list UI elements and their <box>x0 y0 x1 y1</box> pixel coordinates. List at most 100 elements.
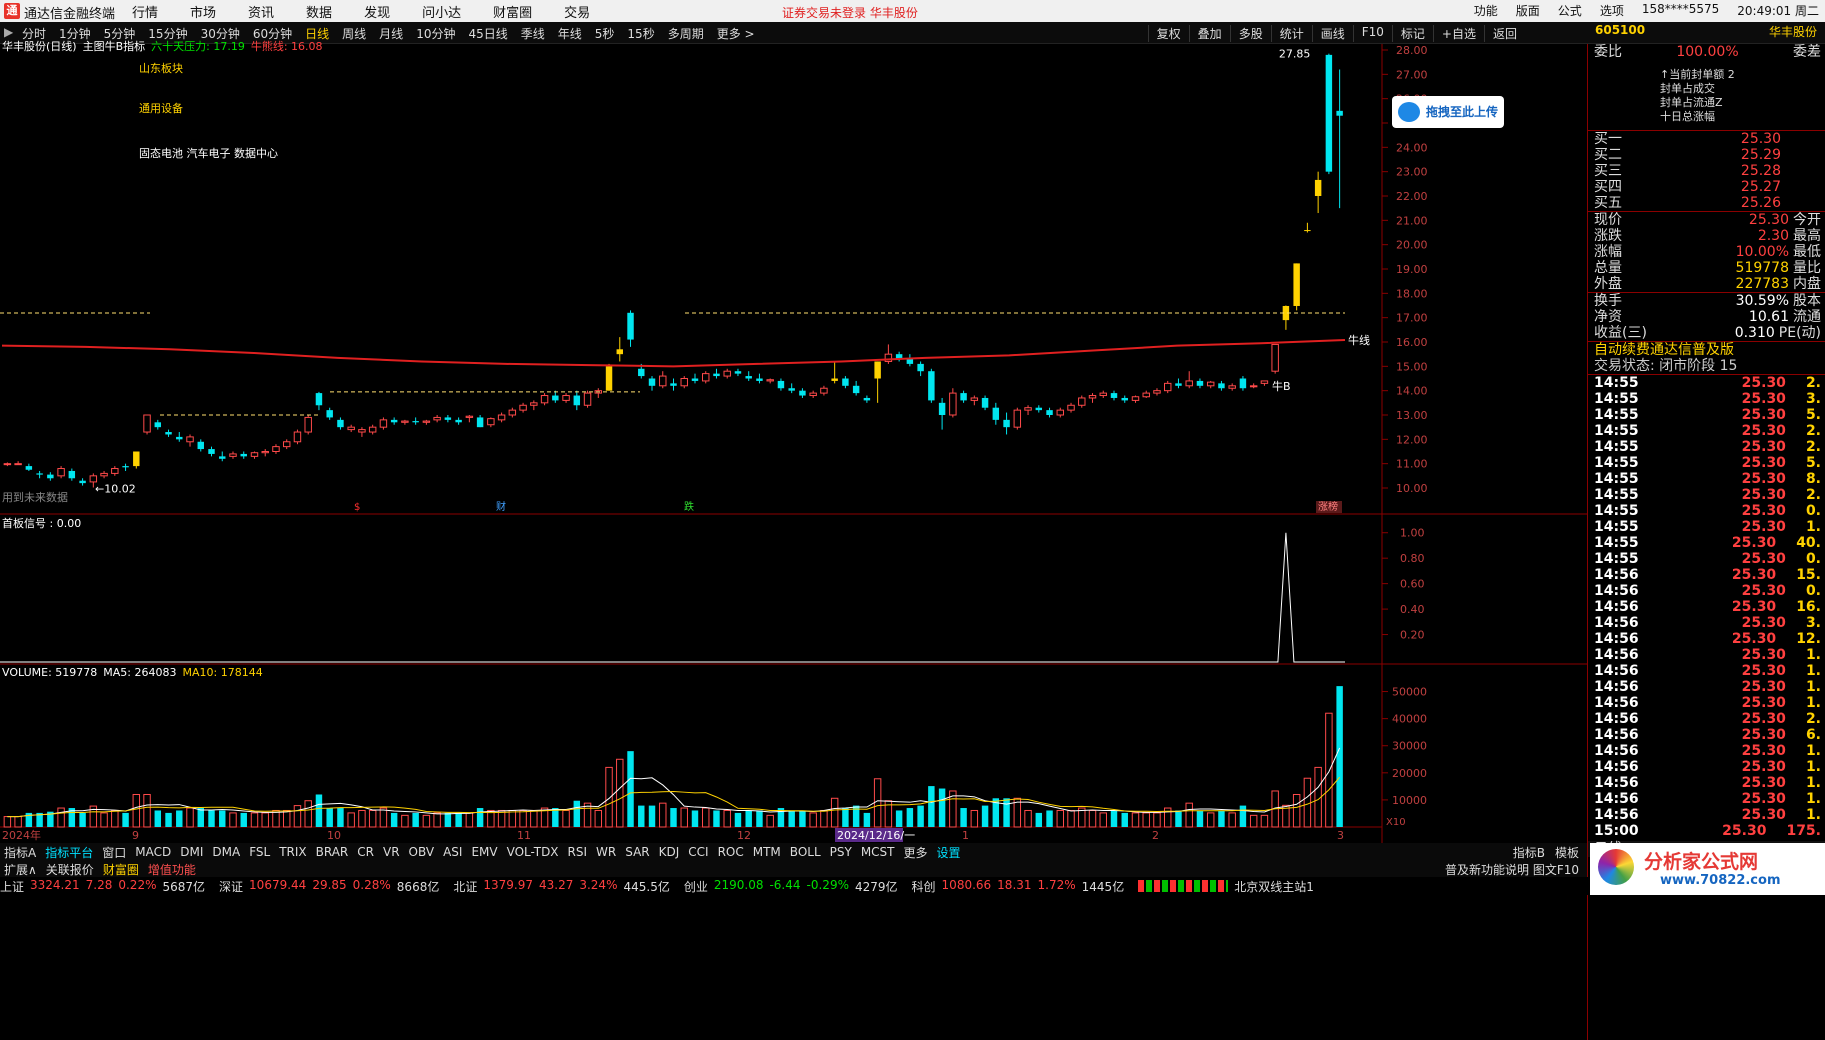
candle-body <box>1293 263 1300 306</box>
indicator-tab[interactable]: 更多 <box>904 844 928 861</box>
indicator-tab[interactable]: BRAR <box>316 845 349 859</box>
menu-item[interactable]: 发现 <box>364 2 390 21</box>
indicator-tab[interactable]: CCI <box>688 845 708 859</box>
candle-body <box>368 426 377 433</box>
indicator-tab[interactable]: PSY <box>830 845 852 859</box>
tool-button[interactable]: 返回 <box>1483 25 1525 42</box>
tool-button[interactable]: F10 <box>1352 25 1392 42</box>
tool-button[interactable]: 复权 <box>1147 25 1189 42</box>
candle-body <box>820 387 828 394</box>
index-quote[interactable]: 上证 3324.21 7.28 0.22% 5687亿 <box>0 878 205 895</box>
period-tab[interactable]: 45日线 <box>468 25 507 42</box>
period-tab[interactable]: 季线 <box>521 25 545 42</box>
indicator-name[interactable]: 主图牛B指标 <box>83 38 146 54</box>
tick-row: 14:56 25.30 1. <box>1594 695 1821 711</box>
candle-body <box>960 393 967 401</box>
indicator-tab[interactable]: 指标A <box>4 844 36 861</box>
upload-drop-bubble[interactable]: 拖拽至此上传 <box>1392 96 1504 128</box>
user-account[interactable]: 158****5575 <box>1642 2 1719 19</box>
indicator-tab[interactable]: TRIX <box>279 845 306 859</box>
indicator-tab[interactable]: WR <box>596 845 616 859</box>
event-marker-cai[interactable]: 财 <box>496 500 506 513</box>
period-tab[interactable]: 15秒 <box>627 25 654 42</box>
candle-body <box>788 388 795 391</box>
period-tab[interactable]: 月线 <box>379 25 403 42</box>
period-tab[interactable]: 5秒 <box>595 25 615 42</box>
tool-button[interactable]: 标记 <box>1391 25 1433 42</box>
indicator-tab[interactable]: MACD <box>135 845 171 859</box>
menu-item[interactable]: 资讯 <box>248 2 274 21</box>
tool-button[interactable]: 统计 <box>1270 25 1312 42</box>
chart-area[interactable]: 28.0027.0026.0025.0024.0023.0022.0021.00… <box>0 44 1587 843</box>
menu-item[interactable]: 交易 <box>564 2 590 21</box>
period-tab[interactable]: 周线 <box>342 25 366 42</box>
extension-tab[interactable]: 财富圈 <box>103 861 139 878</box>
indicator-tab[interactable]: FSL <box>249 845 270 859</box>
candle-body <box>401 420 409 423</box>
template-tab[interactable]: 指标B <box>1513 844 1545 861</box>
indicator-tab[interactable]: 指标平台 <box>45 844 93 861</box>
period-tab[interactable]: 更多 > <box>717 25 755 42</box>
indicator-tab[interactable]: CR <box>357 845 374 859</box>
event-marker-s[interactable]: $ <box>354 502 360 513</box>
index-quote[interactable]: 深证 10679.44 29.85 0.28% 8668亿 <box>219 878 439 895</box>
menu-layout[interactable]: 版面 <box>1516 2 1540 19</box>
watermark-url: www.70822.com <box>1660 873 1781 888</box>
tool-button[interactable]: 叠加 <box>1188 25 1230 42</box>
indicator-tab[interactable]: RSI <box>568 845 588 859</box>
menu-item[interactable]: 数据 <box>306 2 332 21</box>
menu-item[interactable]: 行情 <box>132 2 158 21</box>
period-tab[interactable]: 10分钟 <box>416 25 455 42</box>
candle-body <box>250 452 259 457</box>
volume-bar <box>873 778 882 828</box>
candle-body <box>47 474 54 479</box>
event-marker-zhang[interactable]: 涨榜 <box>1318 500 1338 513</box>
menu-formula[interactable]: 公式 <box>1558 2 1582 19</box>
menu-item[interactable]: 市场 <box>190 2 216 21</box>
extension-tab[interactable]: 关联报价 <box>46 861 94 878</box>
extension-tab[interactable]: 扩展∧ <box>4 861 37 878</box>
menu-item[interactable]: 财富圈 <box>493 2 532 21</box>
tool-button[interactable]: +自选 <box>1432 25 1484 42</box>
indicator-tab[interactable]: MTM <box>753 845 781 859</box>
indicator-tab[interactable]: ASI <box>443 845 462 859</box>
indicator-tab[interactable]: 设置 <box>937 844 961 861</box>
indicator-tab[interactable]: BOLL <box>790 845 821 859</box>
menu-item[interactable]: 问小达 <box>422 2 461 21</box>
indicator-tab[interactable]: VR <box>383 845 400 859</box>
event-marker-die[interactable]: 跌 <box>684 500 694 513</box>
extension-tab[interactable]: 增值功能 <box>148 861 196 878</box>
menu-options[interactable]: 选项 <box>1600 2 1624 19</box>
candle-body <box>165 432 172 435</box>
volume-bar <box>444 812 452 827</box>
indicator-tab[interactable]: KDJ <box>659 845 680 859</box>
tool-button[interactable]: 画线 <box>1311 25 1353 42</box>
indicator-tab[interactable]: DMI <box>180 845 203 859</box>
ad-text[interactable]: 自动续费通达信普及版 <box>1588 342 1825 358</box>
indicator-tab[interactable]: VOL-TDX <box>507 845 559 859</box>
menu-function[interactable]: 功能 <box>1474 2 1498 19</box>
period-prev-icon[interactable]: ▶ <box>4 25 13 39</box>
candle-body <box>1228 385 1236 389</box>
indicator-tab[interactable]: OBV <box>409 845 435 859</box>
index-quote[interactable]: 科创 1080.66 18.31 1.72% 1445亿 <box>912 878 1125 895</box>
tick-row: 14:55 25.30 1. <box>1594 519 1821 535</box>
indicator-tab[interactable]: MCST <box>861 845 895 859</box>
period-tab[interactable]: 年线 <box>558 25 582 42</box>
template-tab[interactable]: 模板 <box>1555 844 1579 861</box>
tick-row: 14:56 25.30 1. <box>1594 807 1821 823</box>
indicator-tab[interactable]: EMV <box>471 845 497 859</box>
tool-button[interactable]: 多股 <box>1229 25 1271 42</box>
candle-body <box>326 410 333 418</box>
indicator-tab[interactable]: SAR <box>625 845 649 859</box>
indicator-tab[interactable]: DMA <box>212 845 240 859</box>
price-tick-label: 15.00 <box>1396 360 1428 373</box>
period-tab[interactable]: 多周期 <box>668 25 704 42</box>
index-quote[interactable]: 北证 1379.97 43.27 3.24% 445.5亿 <box>453 878 669 895</box>
indicator-tab[interactable]: 窗口 <box>102 844 126 861</box>
f10-help[interactable]: 普及新功能说明 图文F10 <box>1445 861 1587 878</box>
indicator-tab[interactable]: ROC <box>718 845 744 859</box>
index-quote[interactable]: 创业 2190.08 -6.44 -0.29% 4279亿 <box>684 878 898 895</box>
login-warning[interactable]: 证券交易未登录 华丰股份 <box>782 4 918 21</box>
server-station[interactable]: 北京双线主站1 <box>1234 878 1314 895</box>
